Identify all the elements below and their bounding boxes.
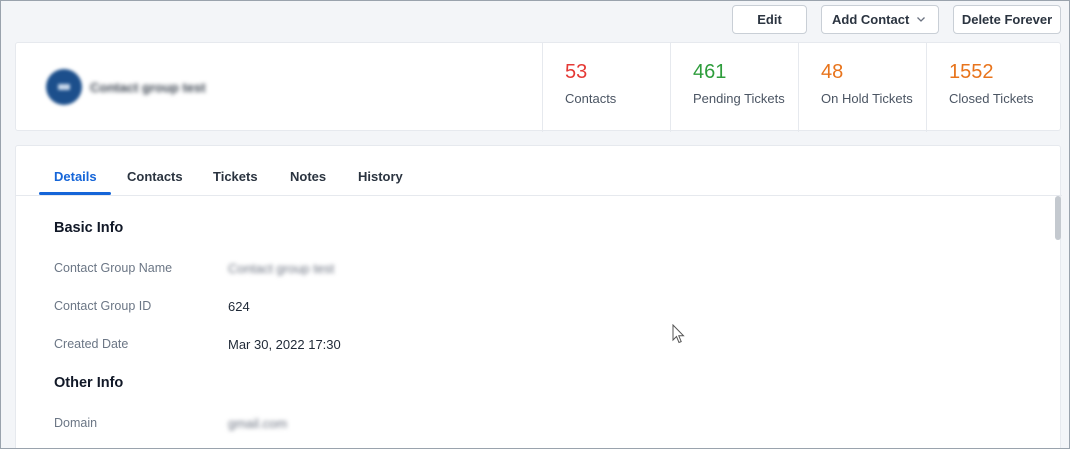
contact-group-name-value: Contact group test xyxy=(228,261,335,276)
tab-contacts[interactable]: Contacts xyxy=(127,169,183,184)
stat-pending-tickets[interactable]: 461 Pending Tickets xyxy=(670,43,798,132)
toolbar: Edit Add Contact Delete Forever xyxy=(0,5,1070,34)
basic-info-heading: Basic Info xyxy=(54,220,124,236)
stat-closed-tickets[interactable]: 1552 Closed Tickets xyxy=(926,43,1062,132)
contact-group-name-label: Contact Group Name xyxy=(54,261,173,275)
scrollbar-thumb[interactable] xyxy=(1055,196,1061,240)
stat-label: Pending Tickets xyxy=(693,91,785,106)
created-date-label: Created Date xyxy=(54,337,129,351)
delete-forever-button[interactable]: Delete Forever xyxy=(953,5,1061,34)
chevron-down-icon xyxy=(917,17,925,22)
edit-button[interactable]: Edit xyxy=(732,5,807,34)
created-date-value: Mar 30, 2022 17:30 xyxy=(228,337,341,352)
add-contact-button[interactable]: Add Contact xyxy=(821,5,939,34)
vertical-scrollbar[interactable] xyxy=(1055,196,1062,449)
stat-value: 1552 xyxy=(949,61,994,83)
domain-value: gmail.com xyxy=(228,416,288,431)
other-info-heading: Other Info xyxy=(54,375,124,391)
stat-label: Contacts xyxy=(565,91,617,106)
contact-group-summary: Contact group test 53 Contacts 461 Pendi… xyxy=(15,42,1062,132)
stat-on-hold-tickets[interactable]: 48 On Hold Tickets xyxy=(798,43,926,132)
stat-value: 53 xyxy=(565,61,588,83)
contact-group-id-label: Contact Group ID xyxy=(54,299,152,313)
stat-label: On Hold Tickets xyxy=(821,91,913,106)
tab-tickets[interactable]: Tickets xyxy=(213,169,258,184)
add-contact-label: Add Contact xyxy=(832,12,910,27)
tab-bar: Details Contacts Tickets Notes History xyxy=(16,146,1062,196)
contact-group-id-value: 624 xyxy=(228,299,250,314)
stat-label: Closed Tickets xyxy=(949,91,1034,106)
details-panel: Details Contacts Tickets Notes History B… xyxy=(15,145,1062,449)
stat-contacts[interactable]: 53 Contacts xyxy=(542,43,670,132)
avatar xyxy=(46,69,82,105)
contact-group-name: Contact group test xyxy=(90,80,206,95)
stat-value: 48 xyxy=(821,61,844,83)
tab-notes[interactable]: Notes xyxy=(290,169,326,184)
active-tab-indicator xyxy=(39,192,111,195)
domain-label: Domain xyxy=(54,416,98,430)
stat-value: 461 xyxy=(693,61,727,83)
mouse-cursor-icon xyxy=(672,324,685,344)
tab-details[interactable]: Details xyxy=(54,169,97,184)
tab-history[interactable]: History xyxy=(358,169,403,184)
